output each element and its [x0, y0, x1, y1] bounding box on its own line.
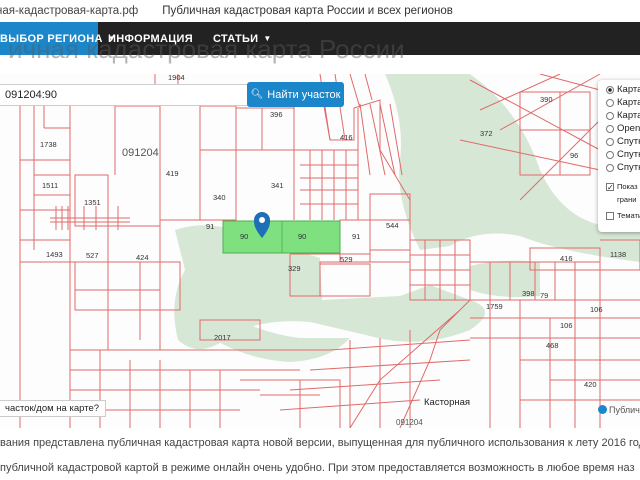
radio-icon [606, 150, 614, 159]
checkbox-icon [606, 211, 614, 220]
search-icon: 🔍︎ [250, 89, 264, 100]
chevron-down-icon: ▼ [263, 34, 272, 43]
parcel-label: 1904 [168, 74, 185, 82]
radio-icon [606, 124, 614, 133]
find-parcel-label: Найти участок [267, 88, 341, 101]
layer-label: Карта [617, 84, 640, 95]
parcel-label: 1511 [42, 181, 58, 190]
parcel-label: 527 [86, 251, 99, 260]
quarter-label: 091204 [396, 418, 423, 427]
parcel-label: 329 [288, 264, 301, 273]
parcel-label: 419 [166, 169, 179, 178]
checkbox-checked-icon: ✓ [606, 182, 614, 192]
radio-icon [606, 163, 614, 172]
parcel-label: 1351 [84, 198, 101, 207]
overlay-sublabel: грани [617, 195, 637, 204]
overlay-option[interactable]: Темати [606, 209, 640, 222]
content-line: публичной кадастровой картой в режиме он… [0, 462, 635, 474]
parcel-boundary [19, 106, 71, 428]
parcel-label: 79 [540, 291, 548, 300]
find-parcel-button[interactable]: 🔍︎ Найти участок [247, 82, 344, 107]
layer-label: Спутн [617, 136, 640, 147]
parcel-label: 468 [546, 341, 559, 350]
site-header: ная-кадастровая-карта.рф Публичная кадас… [0, 0, 640, 22]
parcel-label: 416 [560, 254, 573, 263]
nav-articles[interactable]: СТАТЬИ ▼ [203, 22, 282, 55]
layer-switcher: Карта Карта Карта Openst Спутн Спутн Спу… [598, 80, 640, 232]
provider-logo-icon [598, 405, 607, 414]
parcel-label: 91 [206, 222, 214, 231]
parcel-label: 106 [560, 321, 573, 330]
town-label: Касторная [424, 397, 470, 408]
layer-label: Карта [617, 97, 640, 108]
cadastral-map[interactable]: 091204 90 90 1904 396 416 372 390 96 173… [0, 74, 640, 428]
attribution-text: Публичн [609, 405, 640, 415]
selected-parcel-label: 90 [298, 232, 306, 241]
parcel-label: 2017 [214, 333, 231, 342]
layer-label: Openst [617, 123, 640, 134]
content-line: вания представлена публичная кадастровая… [0, 437, 640, 449]
nav-info[interactable]: ИНФОРМАЦИЯ [98, 22, 203, 55]
parcel-label: 398 [522, 289, 535, 298]
parcel-label: 1759 [486, 302, 503, 311]
parcel-boundary [159, 89, 201, 221]
site-domain[interactable]: ная-кадастровая-карта.рф [0, 5, 138, 17]
site-tagline: Публичная кадастровая карта России и все… [162, 5, 453, 17]
parcel-boundary [470, 261, 601, 301]
radio-icon [606, 98, 614, 107]
parcel-label: 424 [136, 253, 149, 262]
parcel-label: 544 [386, 221, 399, 230]
layer-label: Спутн [617, 162, 640, 173]
parcel-boundary [359, 103, 403, 176]
main-nav: ВЫБОР РЕГИОНА ▼ ИНФОРМАЦИЯ СТАТЬИ ▼ [0, 22, 640, 55]
parcel-label: 106 [590, 305, 603, 314]
parcel-label: 390 [540, 95, 553, 104]
parcel-label: 340 [213, 193, 226, 202]
overlay-label: Показ [617, 182, 638, 191]
radio-icon [606, 111, 614, 120]
parcel-label: 1138 [610, 250, 626, 259]
layer-option[interactable]: Openst [606, 122, 640, 135]
parcel-label: 1738 [40, 140, 57, 149]
layer-option[interactable]: Карта [606, 109, 640, 122]
what-is-here-button[interactable]: часток/дом на карте? [0, 400, 107, 417]
parcel-label: 396 [270, 110, 283, 119]
parcel-label: 420 [584, 380, 597, 389]
parcel-boundary [74, 261, 181, 350]
layer-label: Карта [617, 110, 640, 121]
parcel-boundary [520, 359, 640, 401]
parcel-label: 529 [340, 255, 353, 264]
parcel-boundary [114, 105, 161, 226]
parcel-label: 96 [570, 151, 578, 160]
parcel-boundary [300, 150, 358, 220]
layer-option[interactable]: Карта [606, 96, 640, 109]
parcel-label: 91 [352, 232, 360, 241]
parcel-label: 372 [480, 129, 493, 138]
overlay-label: Темати [617, 211, 640, 220]
cadastral-number-input[interactable] [0, 84, 248, 106]
selected-parcel-label: 90 [240, 232, 248, 241]
layer-option[interactable]: Спутн [606, 135, 640, 148]
map-attribution[interactable]: Публичн [598, 405, 640, 415]
parcel-label: 1493 [46, 250, 63, 259]
nav-articles-label: СТАТЬИ [212, 32, 259, 45]
parcel-label: 416 [340, 133, 353, 142]
parcel-boundary [200, 105, 295, 220]
layer-label: Спутн [617, 149, 640, 160]
overlay-option[interactable]: ✓ Показ [606, 180, 640, 193]
nav-info-label: ИНФОРМАЦИЯ [108, 32, 193, 45]
nav-region-label: ВЫБОР РЕГИОНА [0, 32, 103, 45]
parcel-label: 341 [271, 181, 284, 190]
radio-icon [606, 137, 614, 146]
map-canvas[interactable]: 091204 90 90 1904 396 416 372 390 96 173… [0, 74, 640, 428]
layer-option[interactable]: Карта [606, 83, 640, 96]
quarter-label: 091204 [122, 147, 159, 159]
radio-selected-icon [606, 85, 614, 94]
layer-option[interactable]: Спутн [606, 148, 640, 161]
layer-option[interactable]: Спутн [606, 161, 640, 174]
nav-region-select[interactable]: ВЫБОР РЕГИОНА ▼ [0, 22, 116, 55]
